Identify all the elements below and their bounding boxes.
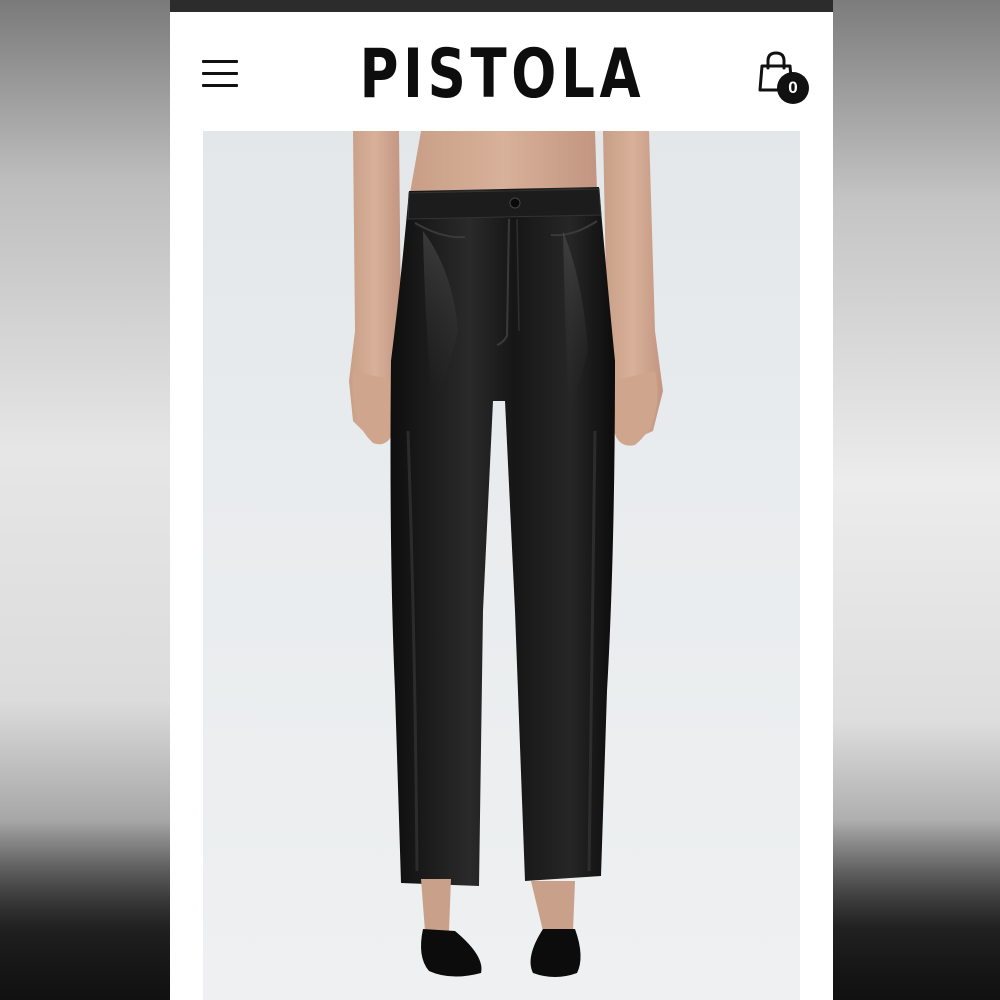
product-image[interactable] [203, 131, 800, 1000]
site-header: PISTOLA 0 [170, 12, 833, 130]
cart-button[interactable]: 0 [755, 50, 815, 110]
backdrop-left [0, 0, 170, 1000]
product-photo [349, 131, 663, 977]
hamburger-menu-icon[interactable] [202, 58, 240, 88]
status-bar [170, 0, 833, 12]
brand-logo[interactable]: PISTOLA [360, 30, 641, 120]
phone-screen: PISTOLA 0 [170, 0, 833, 1000]
cart-count-badge: 0 [777, 72, 809, 104]
backdrop-right [833, 0, 1000, 1000]
